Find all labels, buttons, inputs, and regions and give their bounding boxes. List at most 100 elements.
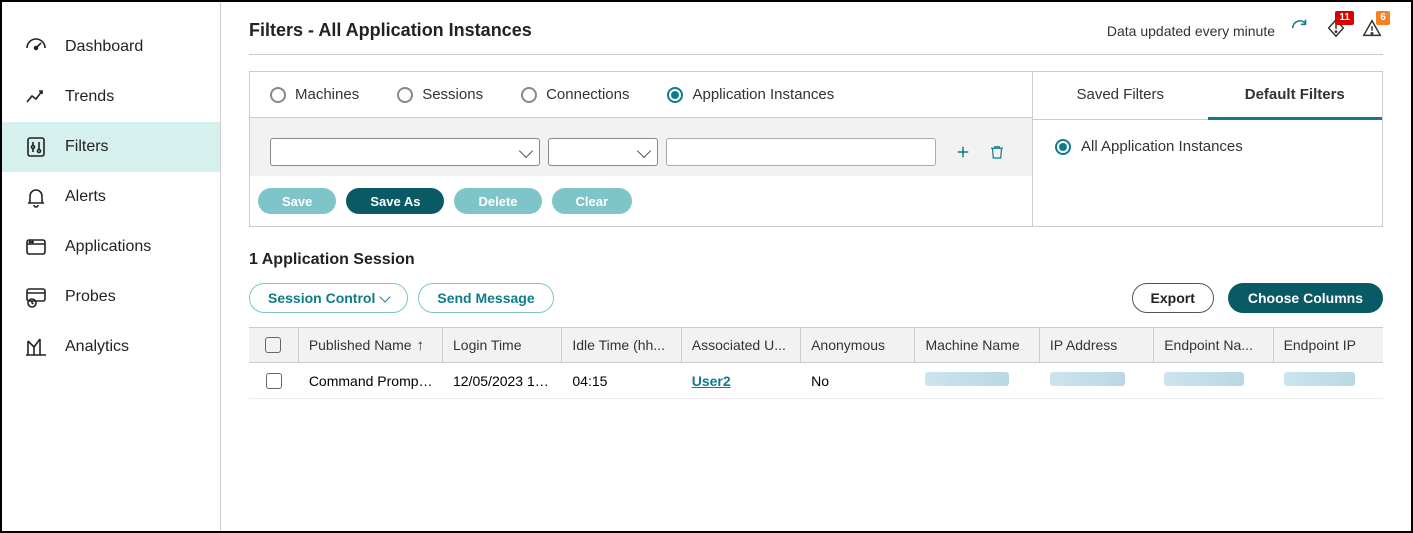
filter-box: Machines Sessions Connections Applicatio… bbox=[249, 71, 1383, 227]
delete-filter-icon[interactable] bbox=[988, 143, 1006, 161]
filter-field-dropdown[interactable] bbox=[270, 138, 540, 166]
sidebar-item-trends[interactable]: Trends bbox=[2, 72, 220, 122]
radio-machines[interactable]: Machines bbox=[270, 86, 359, 103]
radio-app-instances[interactable]: Application Instances bbox=[667, 86, 834, 103]
sidebar-item-label: Trends bbox=[65, 88, 114, 106]
sidebar-item-label: Probes bbox=[65, 288, 116, 306]
sidebar-item-label: Dashboard bbox=[65, 38, 143, 56]
filter-value-input[interactable] bbox=[666, 138, 936, 166]
redacted-value bbox=[925, 372, 1008, 386]
add-filter-icon[interactable] bbox=[954, 143, 972, 161]
filter-right: Saved Filters Default Filters All Applic… bbox=[1032, 72, 1382, 226]
row-checkbox[interactable] bbox=[266, 373, 282, 389]
app-window-icon bbox=[24, 235, 48, 259]
delete-button[interactable]: Delete bbox=[454, 188, 541, 214]
alert-warning-button[interactable]: 6 bbox=[1361, 17, 1383, 44]
radio-circle-icon bbox=[270, 87, 286, 103]
th-endpoint-name[interactable]: Endpoint Na... bbox=[1154, 328, 1273, 362]
results-table: Published Name ↑ Login Time Idle Time (hh… bbox=[249, 327, 1383, 399]
radio-connections[interactable]: Connections bbox=[521, 86, 629, 103]
cell-machine-name bbox=[915, 372, 1039, 389]
clear-button[interactable]: Clear bbox=[552, 188, 633, 214]
default-filters-body: All Application Instances bbox=[1033, 120, 1382, 173]
button-label: Session Control bbox=[268, 290, 375, 306]
sidebar-item-dashboard[interactable]: Dashboard bbox=[2, 22, 220, 72]
cell-associated-user: User2 bbox=[682, 373, 801, 389]
radio-circle-icon bbox=[1055, 139, 1071, 155]
tab-saved-filters[interactable]: Saved Filters bbox=[1033, 72, 1208, 120]
filter-tabs: Saved Filters Default Filters bbox=[1033, 72, 1382, 120]
radio-label: Application Instances bbox=[692, 86, 834, 103]
save-button[interactable]: Save bbox=[258, 188, 336, 214]
filter-operator-dropdown[interactable] bbox=[548, 138, 658, 166]
th-published-name[interactable]: Published Name ↑ bbox=[299, 328, 443, 362]
radio-sessions[interactable]: Sessions bbox=[397, 86, 483, 103]
sidebar-item-label: Analytics bbox=[65, 338, 129, 356]
radio-label: Connections bbox=[546, 86, 629, 103]
chevron-down-icon bbox=[519, 144, 533, 158]
analytics-icon bbox=[24, 335, 48, 359]
page-title: Filters - All Application Instances bbox=[249, 20, 532, 41]
tab-default-filters[interactable]: Default Filters bbox=[1208, 72, 1383, 120]
th-anonymous[interactable]: Anonymous bbox=[801, 328, 915, 362]
radio-label: Machines bbox=[295, 86, 359, 103]
th-label: Login Time bbox=[453, 337, 521, 353]
radio-label: Sessions bbox=[422, 86, 483, 103]
radio-circle-icon bbox=[521, 87, 537, 103]
gauge-icon bbox=[24, 35, 48, 59]
filter-type-radios: Machines Sessions Connections Applicatio… bbox=[250, 72, 1032, 118]
chevron-down-icon bbox=[380, 291, 391, 302]
th-associated-user[interactable]: Associated U... bbox=[682, 328, 801, 362]
refresh-button[interactable] bbox=[1289, 17, 1311, 44]
filter-button-row: Save Save As Delete Clear bbox=[250, 176, 1032, 226]
th-endpoint-ip[interactable]: Endpoint IP bbox=[1274, 328, 1383, 362]
th-label: Endpoint IP bbox=[1284, 337, 1356, 353]
action-row: Session Control Send Message Export Choo… bbox=[249, 283, 1383, 313]
badge-warning: 6 bbox=[1376, 11, 1390, 25]
redacted-value bbox=[1050, 372, 1126, 386]
table-row[interactable]: Command Prompt-1 12/05/2023 1:24 ... 04:… bbox=[249, 363, 1383, 399]
chevron-down-icon bbox=[637, 144, 651, 158]
export-button[interactable]: Export bbox=[1132, 283, 1214, 313]
cell-endpoint-name bbox=[1154, 372, 1273, 389]
filter-body bbox=[250, 118, 1032, 176]
cell-endpoint-ip bbox=[1274, 372, 1383, 389]
sidebar-item-filters[interactable]: Filters bbox=[2, 122, 220, 172]
redacted-value bbox=[1164, 372, 1243, 386]
sidebar-item-alerts[interactable]: Alerts bbox=[2, 172, 220, 222]
select-all-checkbox[interactable] bbox=[265, 337, 281, 353]
alert-critical-button[interactable]: 11 bbox=[1325, 17, 1347, 44]
th-label: Idle Time (hh... bbox=[572, 337, 665, 353]
send-message-button[interactable]: Send Message bbox=[418, 283, 553, 313]
cell-ip-address bbox=[1040, 372, 1154, 389]
th-idle-time[interactable]: Idle Time (hh... bbox=[562, 328, 681, 362]
top-row: Filters - All Application Instances Data… bbox=[249, 17, 1383, 55]
sliders-icon bbox=[24, 135, 48, 159]
update-text: Data updated every minute bbox=[1107, 23, 1275, 39]
sidebar-item-label: Filters bbox=[65, 138, 109, 156]
user-link[interactable]: User2 bbox=[692, 373, 731, 389]
th-label: Machine Name bbox=[925, 337, 1019, 353]
th-label: Associated U... bbox=[692, 337, 786, 353]
filter-left: Machines Sessions Connections Applicatio… bbox=[250, 72, 1032, 226]
th-login-time[interactable]: Login Time bbox=[443, 328, 562, 362]
sidebar-item-probes[interactable]: Probes bbox=[2, 272, 220, 322]
sidebar-item-analytics[interactable]: Analytics bbox=[2, 322, 220, 372]
th-machine-name[interactable]: Machine Name bbox=[915, 328, 1039, 362]
cell-login-time: 12/05/2023 1:24 ... bbox=[443, 373, 562, 389]
session-control-button[interactable]: Session Control bbox=[249, 283, 408, 313]
session-count: 1 Application Session bbox=[249, 251, 1383, 269]
default-filter-label: All Application Instances bbox=[1081, 138, 1243, 155]
sidebar-item-applications[interactable]: Applications bbox=[2, 222, 220, 272]
sidebar: Dashboard Trends Filters Alerts Applicat… bbox=[2, 2, 221, 531]
save-as-button[interactable]: Save As bbox=[346, 188, 444, 214]
action-left: Session Control Send Message bbox=[249, 283, 554, 313]
action-right: Export Choose Columns bbox=[1132, 283, 1383, 313]
default-filter-all-app-instances[interactable]: All Application Instances bbox=[1055, 138, 1360, 155]
radio-circle-icon bbox=[397, 87, 413, 103]
choose-columns-button[interactable]: Choose Columns bbox=[1228, 283, 1383, 313]
th-label: Published Name bbox=[309, 337, 412, 353]
th-ip-address[interactable]: IP Address bbox=[1040, 328, 1154, 362]
th-label: Anonymous bbox=[811, 337, 885, 353]
sort-arrow-icon: ↑ bbox=[417, 337, 425, 354]
